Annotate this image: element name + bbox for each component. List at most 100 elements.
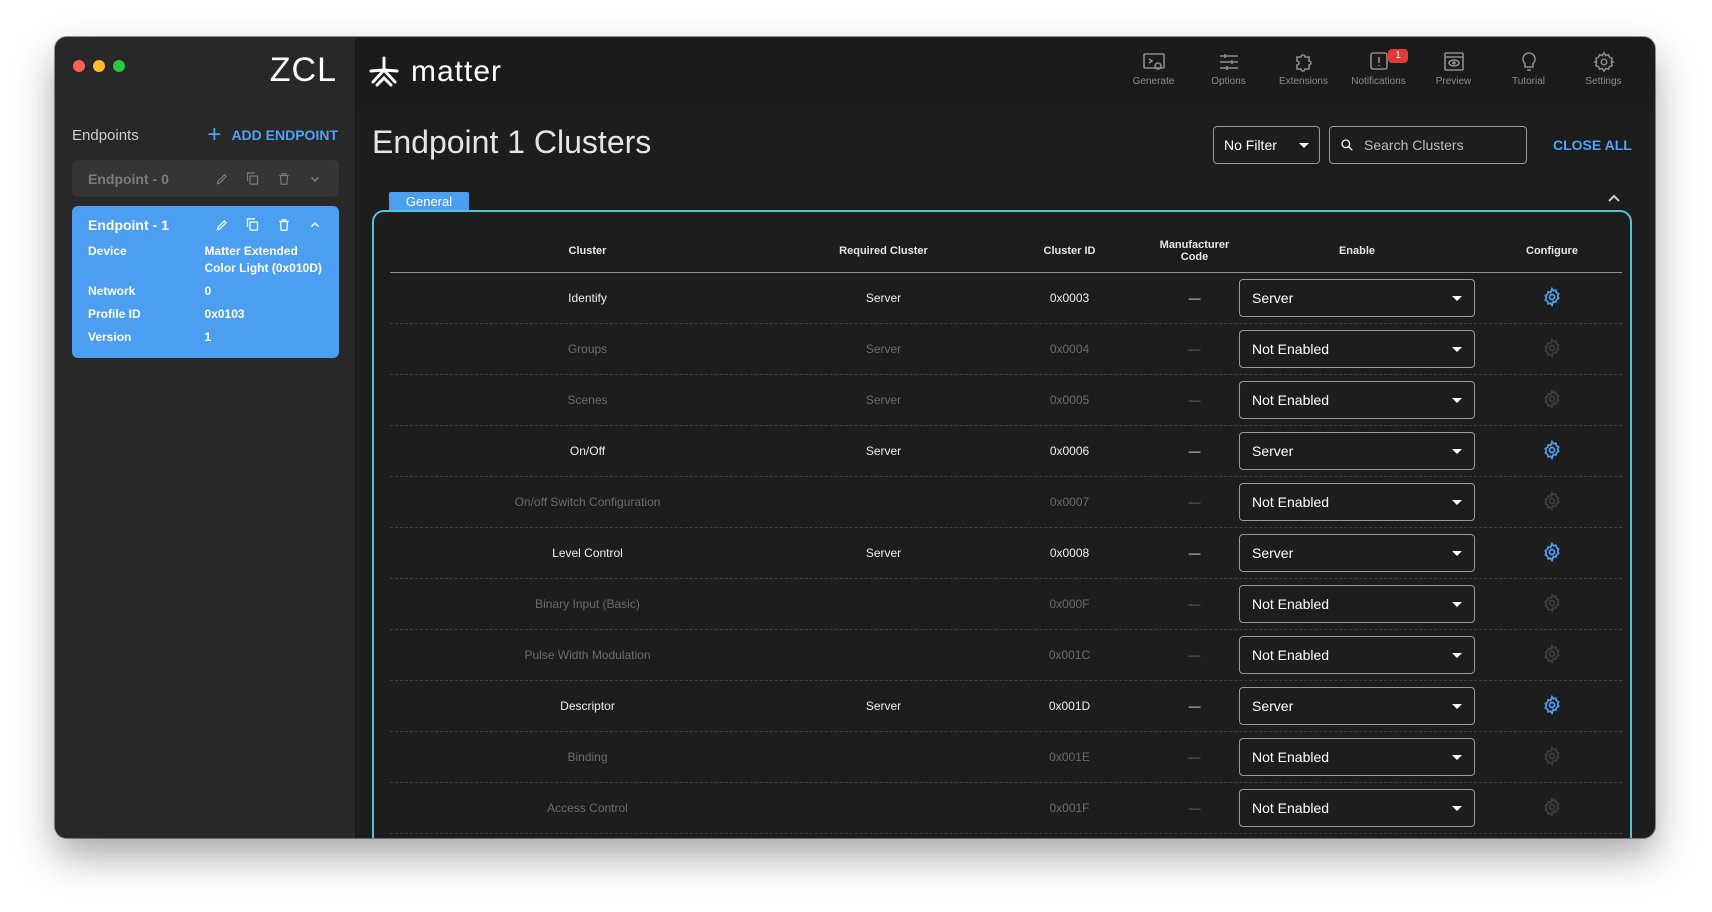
enable-value: Server (1252, 443, 1294, 459)
configure-gear-icon (1542, 490, 1562, 514)
device-label: Device (88, 244, 127, 258)
nav-notifications-label: Notifications (1351, 76, 1406, 87)
cell-enable: Not Enabled (1232, 738, 1482, 776)
cell-cluster-id: 0x0008 (1049, 546, 1090, 560)
enable-value: Server (1252, 290, 1294, 306)
enable-select[interactable]: Not Enabled (1239, 789, 1475, 827)
table-row: Binary Input (Basic) 0x000F — Not Enabled (390, 579, 1622, 630)
matter-logo: matter (367, 55, 502, 89)
enable-value: Not Enabled (1252, 800, 1330, 816)
cell-manufacturer-code: — (1188, 342, 1201, 356)
dropdown-caret-icon (1452, 346, 1462, 352)
minimize-window-button[interactable] (93, 60, 105, 72)
table-row: On/Off Server 0x0006 — Server (390, 426, 1622, 477)
dropdown-caret-icon (1452, 601, 1462, 607)
cell-manufacturer-code: — (1188, 495, 1201, 509)
top-nav: Generate Options Extensions 1 Notificati… (1116, 49, 1641, 87)
notifications-icon (1369, 52, 1388, 70)
chevron-down-icon[interactable] (306, 170, 323, 187)
page-title: Endpoint 1 Clusters (372, 124, 652, 160)
enable-value: Not Enabled (1252, 596, 1330, 612)
configure-gear-icon[interactable] (1542, 286, 1562, 310)
table-header: Cluster Required Cluster Cluster ID Manu… (390, 230, 1622, 273)
cell-cluster: Binding (567, 750, 608, 764)
header-cluster-id: Cluster ID (1043, 245, 1096, 257)
cell-manufacturer-code: — (1188, 801, 1201, 815)
nav-notifications[interactable]: 1 Notifications (1341, 49, 1416, 87)
edit-icon[interactable] (213, 170, 230, 187)
nav-options-label: Options (1211, 76, 1246, 87)
cell-enable: Server (1232, 279, 1482, 317)
enable-select[interactable]: Server (1239, 534, 1475, 572)
header-configure: Configure (1526, 245, 1578, 257)
cell-enable: Not Enabled (1232, 330, 1482, 368)
cell-configure (1482, 439, 1622, 463)
add-endpoint-button[interactable]: + ADD ENDPOINT (207, 123, 338, 147)
enable-select[interactable]: Not Enabled (1239, 738, 1475, 776)
enable-select[interactable]: Not Enabled (1239, 483, 1475, 521)
domain-tab-general[interactable]: General (389, 192, 469, 211)
enable-select[interactable]: Not Enabled (1239, 585, 1475, 623)
dropdown-caret-icon (1452, 550, 1462, 556)
copy-icon[interactable] (244, 170, 261, 187)
enable-select[interactable]: Server (1239, 687, 1475, 725)
search-input[interactable] (1362, 136, 1516, 154)
nav-generate[interactable]: Generate (1116, 51, 1191, 87)
enable-select[interactable]: Not Enabled (1239, 381, 1475, 419)
chevron-up-icon[interactable] (306, 216, 323, 233)
edit-icon[interactable] (213, 216, 230, 233)
cell-required: Server (865, 393, 902, 407)
preview-icon (1443, 52, 1464, 71)
cell-enable: Server (1232, 687, 1482, 725)
cell-cluster: Pulse Width Modulation (524, 648, 651, 662)
enable-value: Server (1252, 698, 1294, 714)
cell-cluster-id: 0x001D (1048, 699, 1091, 713)
configure-gear-icon[interactable] (1542, 694, 1562, 718)
enable-select[interactable]: Server (1239, 279, 1475, 317)
chevron-up-icon[interactable] (1607, 190, 1621, 208)
endpoint-title: Endpoint - 0 (88, 170, 169, 187)
nav-options[interactable]: Options (1191, 51, 1266, 87)
enable-select[interactable]: Not Enabled (1239, 330, 1475, 368)
add-endpoint-label: ADD ENDPOINT (231, 127, 338, 143)
enable-value: Not Enabled (1252, 494, 1330, 510)
enable-value: Server (1252, 545, 1294, 561)
cell-enable: Not Enabled (1232, 585, 1482, 623)
table-row: Descriptor Server 0x001D — Server (390, 681, 1622, 732)
cell-manufacturer-code: — (1188, 291, 1201, 305)
configure-gear-icon[interactable] (1542, 541, 1562, 565)
cell-cluster: On/off Switch Configuration (514, 495, 661, 509)
configure-gear-icon[interactable] (1542, 439, 1562, 463)
nav-extensions-label: Extensions (1279, 76, 1328, 87)
configure-gear-icon (1542, 796, 1562, 820)
enable-select[interactable]: Not Enabled (1239, 636, 1475, 674)
nav-settings[interactable]: Settings (1566, 51, 1641, 87)
cell-cluster: Access Control (547, 801, 628, 815)
nav-extensions[interactable]: Extensions (1266, 51, 1341, 87)
filter-value: No Filter (1224, 137, 1277, 153)
cell-enable: Not Enabled (1232, 483, 1482, 521)
close-window-button[interactable] (73, 60, 85, 72)
nav-preview[interactable]: Preview (1416, 51, 1491, 87)
cell-cluster-id: 0x0005 (1049, 393, 1090, 407)
delete-icon[interactable] (275, 170, 292, 187)
endpoint-card-0[interactable]: Endpoint - 0 (72, 160, 339, 197)
cell-cluster-id: 0x0007 (1049, 495, 1090, 509)
network-value: 0 (204, 284, 212, 298)
header-manufacturer-code: Manufacturer Code (1159, 239, 1230, 263)
filter-select[interactable]: No Filter (1213, 126, 1320, 164)
header-cluster: Cluster (568, 245, 607, 257)
zoom-window-button[interactable] (113, 60, 125, 72)
enable-select[interactable]: Server (1239, 432, 1475, 470)
endpoints-header: Endpoints + ADD ENDPOINT (72, 123, 338, 147)
endpoint-details: Device Matter Extended Color Light (0x010… (72, 243, 339, 346)
delete-icon[interactable] (275, 216, 292, 233)
close-all-button[interactable]: CLOSE ALL (1553, 137, 1632, 153)
endpoint-card-1[interactable]: Endpoint - 1 Device Matter Extended Color… (72, 206, 339, 358)
table-row: Access Control 0x001F — Not Enabled (390, 783, 1622, 834)
nav-tutorial[interactable]: Tutorial (1491, 51, 1566, 87)
dropdown-caret-icon (1452, 448, 1462, 454)
cell-cluster: Scenes (567, 393, 608, 407)
table-row: Level Control Server 0x0008 — Server (390, 528, 1622, 579)
copy-icon[interactable] (244, 216, 261, 233)
